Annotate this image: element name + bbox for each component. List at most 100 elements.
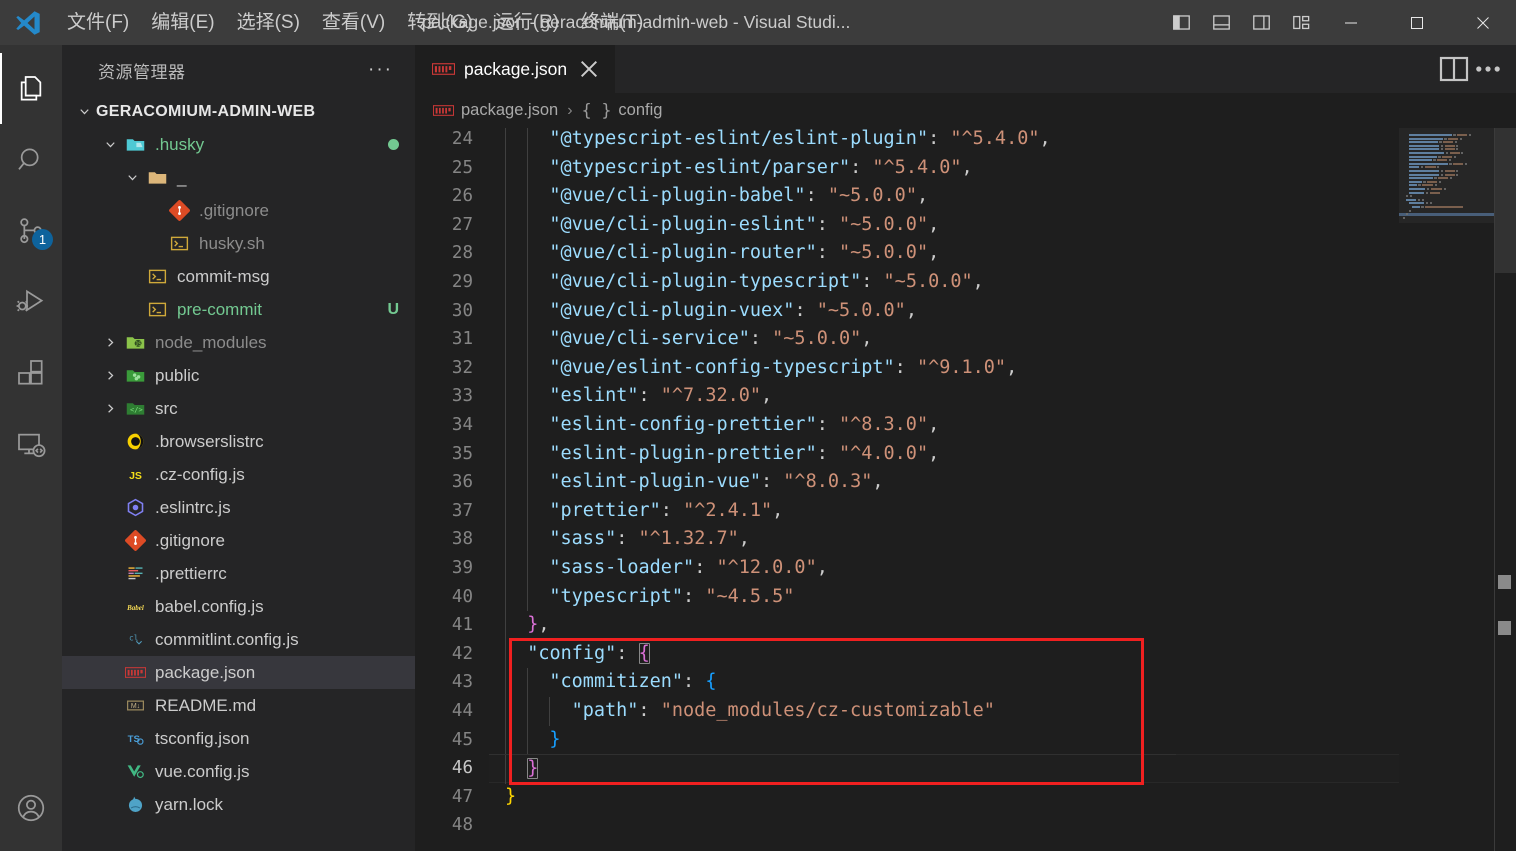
tree-item-husky-gitignore[interactable]: .gitignore <box>62 194 415 227</box>
activity-search[interactable] <box>0 124 62 195</box>
code-line[interactable]: } <box>489 754 1516 784</box>
code-line[interactable]: "@vue/cli-service": "~5.0.0", <box>489 325 1516 354</box>
menu-edit[interactable]: 编辑(E) <box>140 7 225 38</box>
chevron-down-icon[interactable] <box>98 134 122 156</box>
chevron-right-icon[interactable] <box>98 365 122 387</box>
tree-item-pre-commit[interactable]: pre-commit U <box>62 293 415 326</box>
tree-item-husky-sh[interactable]: husky.sh <box>62 227 415 260</box>
editor-more-actions-icon[interactable] <box>1472 53 1504 85</box>
code-line[interactable]: "@vue/cli-plugin-eslint": "~5.0.0", <box>489 210 1516 240</box>
code-line[interactable]: } <box>489 783 1516 812</box>
code-line[interactable]: "@vue/cli-plugin-router": "~5.0.0", <box>489 239 1516 268</box>
minimap-line <box>1459 137 1462 140</box>
tree-item-eslintrc[interactable]: .eslintrc.js <box>62 491 415 524</box>
tree-item-package-json[interactable]: package.json <box>62 656 415 689</box>
tree-item-label: husky.sh <box>199 233 265 253</box>
menu-run[interactable]: 运行(R) <box>484 7 570 38</box>
code-line[interactable]: "@vue/cli-plugin-vuex": "~5.0.0", <box>489 296 1516 326</box>
chevron-right-icon[interactable] <box>98 398 122 420</box>
activity-accounts[interactable] <box>0 772 62 843</box>
code-line[interactable]: "@typescript-eslint/eslint-plugin": "^5.… <box>489 128 1516 154</box>
maximize-button[interactable] <box>1384 0 1450 45</box>
code-token: "typescript" <box>549 585 684 607</box>
menu-file[interactable]: 文件(F) <box>56 7 140 38</box>
scrollbar-thumb[interactable] <box>1495 128 1516 273</box>
code-line[interactable]: "@typescript-eslint/parser": "^5.4.0", <box>489 153 1516 183</box>
toggle-panel-icon[interactable] <box>1204 6 1238 40</box>
tree-item-node-modules[interactable]: JS node_modules <box>62 326 415 359</box>
workspace-folder-root[interactable]: GERACOMIUM-ADMIN-WEB <box>62 95 415 128</box>
menu-go[interactable]: 转到(G) <box>396 7 483 38</box>
code-line[interactable]: "@vue/cli-plugin-babel": "~5.0.0", <box>489 182 1516 211</box>
code-line[interactable]: "eslint-plugin-prettier": "^4.0.0", <box>489 439 1516 469</box>
code-line[interactable] <box>489 811 1516 840</box>
tree-item-tsconfig[interactable]: TS tsconfig.json <box>62 722 415 755</box>
explorer-more-actions-icon[interactable]: ··· <box>368 59 393 81</box>
tree-item-gitignore[interactable]: .gitignore <box>62 524 415 557</box>
indent-guide <box>527 439 529 469</box>
code-line[interactable]: "eslint-config-prettier": "^8.3.0", <box>489 411 1516 440</box>
menu-selection[interactable]: 选择(S) <box>226 7 311 38</box>
activity-explorer[interactable] <box>0 53 62 124</box>
activity-extensions[interactable] <box>0 337 62 408</box>
tree-item-husky[interactable]: .husky <box>62 128 415 161</box>
code-line[interactable]: } <box>489 725 1516 755</box>
code-line[interactable]: "prettier": "^2.4.1", <box>489 496 1516 526</box>
tree-item-vue-config[interactable]: vue.config.js <box>62 755 415 788</box>
tree-item-prettierrc[interactable]: .prettierrc <box>62 557 415 590</box>
tree-item-cz-config[interactable]: JS .cz-config.js <box>62 458 415 491</box>
tree-item-commit-msg[interactable]: commit-msg <box>62 260 415 293</box>
breadcrumb-file[interactable]: package.json <box>433 101 558 120</box>
code-line[interactable]: "path": "node_modules/cz-customizable" <box>489 697 1516 726</box>
code-content[interactable]: "@typescript-eslint/eslint-plugin": "^5.… <box>489 128 1516 851</box>
menu-more-icon[interactable]: ··· <box>654 6 703 40</box>
indent-guide <box>527 353 529 383</box>
code-line[interactable]: "eslint": "^7.32.0", <box>489 382 1516 411</box>
code-line[interactable]: "commitizen": { <box>489 668 1516 697</box>
split-editor-right-icon[interactable] <box>1438 53 1470 85</box>
chevron-down-icon[interactable] <box>120 167 144 189</box>
activity-run-and-debug[interactable] <box>0 266 62 337</box>
chevron-right-icon[interactable] <box>98 332 122 354</box>
tree-item-public[interactable]: public <box>62 359 415 392</box>
tree-item-yarn-lock[interactable]: yarn.lock <box>62 788 415 821</box>
minimap[interactable] <box>1399 128 1495 851</box>
tree-item-readme[interactable]: M↓ README.md <box>62 689 415 722</box>
minimap-line <box>1409 137 1443 140</box>
code-line[interactable]: }, <box>489 611 1516 640</box>
minimize-button[interactable] <box>1318 0 1384 45</box>
toggle-secondary-sidebar-icon[interactable] <box>1244 6 1278 40</box>
menu-terminal[interactable]: 终端(T) <box>570 7 654 38</box>
explorer-title: 资源管理器 <box>98 62 186 82</box>
tree-item-underscore[interactable]: _ <box>62 161 415 194</box>
code-line[interactable]: "config": { <box>489 639 1516 669</box>
toggle-primary-sidebar-icon[interactable] <box>1164 6 1198 40</box>
code-line-text: "@vue/cli-plugin-eslint": "~5.0.0", <box>489 211 939 240</box>
tree-item-babel-config[interactable]: Babel babel.config.js <box>62 590 415 623</box>
editor-vertical-scrollbar[interactable] <box>1495 128 1516 851</box>
tree-item-src[interactable]: </> src <box>62 392 415 425</box>
menu-view[interactable]: 查看(V) <box>311 7 396 38</box>
close-icon[interactable] <box>576 56 602 82</box>
code-editor[interactable]: 24 25 26 27 28 29 30 31 32 33 34 35 36 37 38 39 40 41 42 43… <box>415 128 1516 851</box>
editor-tab-package-json[interactable]: package.json <box>415 45 617 93</box>
code-line[interactable]: "@vue/eslint-config-typescript": "^9.1.0… <box>489 353 1516 383</box>
code-line[interactable]: "@vue/cli-plugin-typescript": "~5.0.0", <box>489 268 1516 297</box>
breadcrumb-symbol[interactable]: { } config <box>582 101 663 120</box>
activity-source-control[interactable]: 1 <box>0 195 62 266</box>
code-line[interactable]: "sass": "^1.32.7", <box>489 525 1516 554</box>
code-token: } <box>549 728 561 750</box>
close-button[interactable] <box>1450 0 1516 45</box>
code-line[interactable]: "typescript": "~4.5.5" <box>489 582 1516 612</box>
commitlint-icon: cl <box>122 629 148 651</box>
code-line[interactable]: "eslint-plugin-vue": "^8.0.3", <box>489 468 1516 497</box>
tree-item-browserslistrc[interactable]: .browserslistrc <box>62 425 415 458</box>
shell-icon <box>144 266 170 288</box>
prettier-icon <box>122 563 148 585</box>
tree-item-commitlint-config[interactable]: cl commitlint.config.js <box>62 623 415 656</box>
code-line[interactable]: "sass-loader": "^12.0.0", <box>489 554 1516 583</box>
customize-layout-icon[interactable] <box>1284 6 1318 40</box>
activity-remote-explorer[interactable] <box>0 408 62 479</box>
